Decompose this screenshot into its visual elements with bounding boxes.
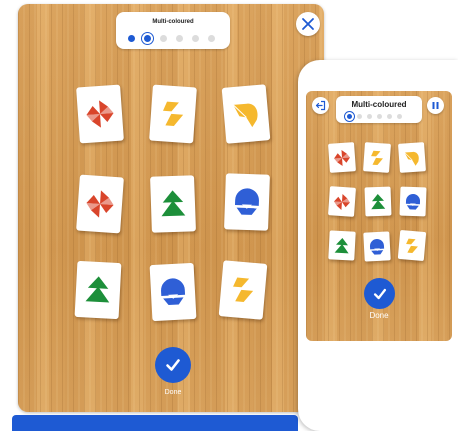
picture-card[interactable] xyxy=(398,142,426,173)
progress-dot xyxy=(397,114,402,119)
progress-dot xyxy=(144,35,151,42)
tree-icon xyxy=(85,276,110,303)
progress-dots xyxy=(347,114,402,119)
pinwheel-icon xyxy=(334,193,350,210)
page-title: Multi-coloured xyxy=(351,100,407,109)
progress-dot xyxy=(208,35,215,42)
progress-dot xyxy=(192,35,199,42)
dome-icon xyxy=(161,278,186,305)
picture-card[interactable] xyxy=(363,231,391,262)
checkmark-icon xyxy=(166,359,180,371)
picture-card[interactable] xyxy=(224,173,270,231)
picture-card[interactable] xyxy=(221,84,271,144)
picture-card[interactable] xyxy=(328,142,356,173)
picture-card[interactable] xyxy=(364,186,392,217)
picture-card[interactable] xyxy=(397,229,427,262)
dome-icon xyxy=(405,193,421,210)
progress-header: Multi-coloured xyxy=(116,12,230,49)
tree-icon xyxy=(334,237,349,253)
zigzag-icon xyxy=(163,101,184,126)
progress-dot xyxy=(176,35,183,42)
picture-card[interactable] xyxy=(218,260,268,320)
tree-icon xyxy=(371,193,386,209)
done-button[interactable] xyxy=(364,278,395,309)
dome-icon xyxy=(369,238,385,255)
pause-icon xyxy=(432,102,439,109)
picture-card[interactable] xyxy=(363,142,391,173)
picture-card[interactable] xyxy=(149,84,197,144)
progress-dot xyxy=(367,114,372,119)
exit-button[interactable] xyxy=(312,97,329,114)
progress-dot xyxy=(128,35,135,42)
tablet-base-bar xyxy=(12,415,298,431)
zigzag-icon xyxy=(371,150,383,165)
pause-button[interactable] xyxy=(427,97,444,114)
done-label: Done xyxy=(164,389,182,396)
progress-dot xyxy=(387,114,392,119)
picture-card[interactable] xyxy=(76,84,124,144)
page-title: Multi-coloured xyxy=(152,19,194,25)
zigzag-icon xyxy=(406,238,418,253)
picture-card[interactable] xyxy=(328,230,356,261)
pinwheel-icon xyxy=(86,100,114,128)
tree-icon xyxy=(161,190,186,217)
phone-screen: Multi-coloured Done xyxy=(306,91,452,341)
picture-card[interactable] xyxy=(149,262,197,322)
checkmark-icon xyxy=(373,288,386,299)
progress-dot xyxy=(160,35,167,42)
close-icon xyxy=(302,18,314,30)
picture-card[interactable] xyxy=(74,260,122,320)
done-label: Done xyxy=(369,311,389,320)
progress-dot xyxy=(347,114,352,119)
done-button[interactable] xyxy=(155,347,191,383)
picture-card[interactable] xyxy=(76,174,124,234)
progress-dot xyxy=(377,114,382,119)
tablet-screen: Multi-coloured Done xyxy=(18,4,324,412)
pinwheel-icon xyxy=(334,149,350,166)
picture-card[interactable] xyxy=(328,186,356,217)
progress-dot xyxy=(357,114,362,119)
zigzag-icon xyxy=(233,277,254,303)
picture-card[interactable] xyxy=(150,175,196,233)
leaf-icon xyxy=(232,103,258,128)
pinwheel-icon xyxy=(86,190,114,218)
close-button[interactable] xyxy=(296,12,320,36)
progress-header: Multi-coloured xyxy=(336,96,422,123)
leaf-icon xyxy=(404,151,419,166)
dome-icon xyxy=(234,188,259,215)
exit-icon xyxy=(315,100,326,111)
picture-card[interactable] xyxy=(399,186,427,217)
progress-dots xyxy=(128,35,215,42)
